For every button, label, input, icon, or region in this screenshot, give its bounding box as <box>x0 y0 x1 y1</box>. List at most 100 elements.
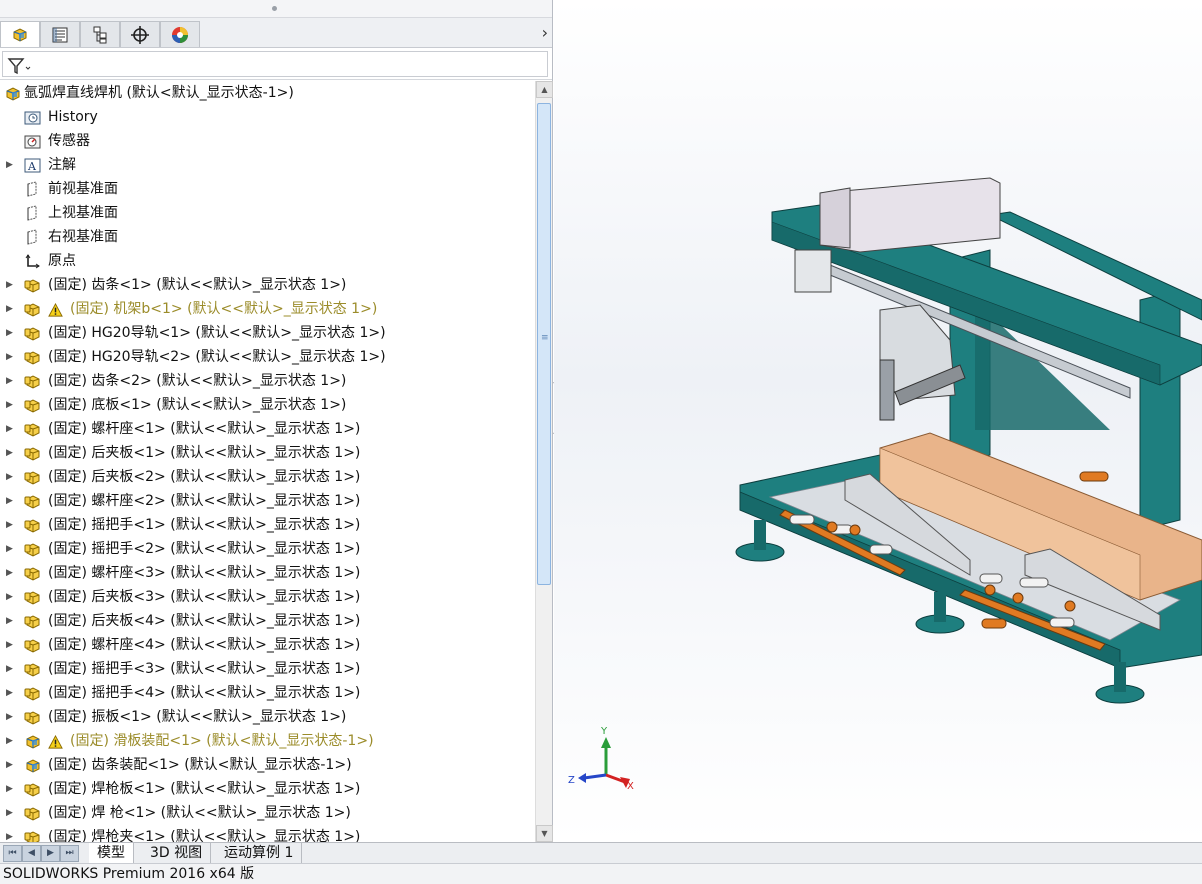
axis-triad: Y X Z <box>568 726 634 792</box>
part-icon <box>24 829 41 842</box>
scroll-up-icon[interactable]: ▲ <box>536 81 553 98</box>
tree-item-label: 上视基准面 <box>48 205 118 221</box>
dimxpert-icon <box>131 25 149 44</box>
tree-scrollbar[interactable]: ▲ ≡ ▼ <box>535 81 553 842</box>
tab-motion-study[interactable]: 运动算例 1 <box>216 843 303 864</box>
expand-arrow-icon[interactable]: ▶ <box>6 681 13 705</box>
part-icon <box>24 301 41 318</box>
expand-arrow-icon[interactable]: ▶ <box>6 369 13 393</box>
tree-item-label: History <box>48 109 98 125</box>
tree-item[interactable]: ▶ (固定) 后夹板<4> (默认<<默认>_显示状态 1>) <box>0 609 535 633</box>
expand-arrow-icon[interactable]: ▶ <box>6 801 13 825</box>
tree-item[interactable]: ▶ (固定) 后夹板<1> (默认<<默认>_显示状态 1>) <box>0 441 535 465</box>
tree-item[interactable]: ▶ (固定) 振板<1> (默认<<默认>_显示状态 1>) <box>0 705 535 729</box>
tree-item[interactable]: ▶ (固定) 摇把手<4> (默认<<默认>_显示状态 1>) <box>0 681 535 705</box>
expand-arrow-icon[interactable]: ▶ <box>6 465 13 489</box>
tree-item[interactable]: ▶ (固定) 齿条<2> (默认<<默认>_显示状态 1>) <box>0 369 535 393</box>
expand-arrow-icon[interactable]: ▶ <box>6 537 13 561</box>
tree-item[interactable]: ▶ (固定) 摇把手<1> (默认<<默认>_显示状态 1>) <box>0 513 535 537</box>
feature-manager-tab[interactable] <box>0 21 40 47</box>
expand-arrow-icon[interactable]: ▶ <box>6 345 13 369</box>
tree-item-label: (固定) 焊枪板<1> (默认<<默认>_显示状态 1>) <box>48 781 361 797</box>
panel-splitter[interactable] <box>0 0 552 18</box>
tree-item[interactable]: 右视基准面 <box>0 225 535 249</box>
expand-arrow-icon[interactable]: ▶ <box>6 561 13 585</box>
expand-arrow-icon[interactable]: ▶ <box>6 825 13 842</box>
tree-item-label: (固定) 摇把手<4> (默认<<默认>_显示状态 1>) <box>48 685 361 701</box>
tree-item[interactable]: ▶ (固定) 焊枪板<1> (默认<<默认>_显示状态 1>) <box>0 777 535 801</box>
expand-arrow-icon[interactable]: ▶ <box>6 297 13 321</box>
expand-arrow-icon[interactable]: ▶ <box>6 753 13 777</box>
last-tab-icon[interactable]: ⏭ <box>60 845 79 862</box>
tree-item[interactable]: ▶ (固定) 螺杆座<1> (默认<<默认>_显示状态 1>) <box>0 417 535 441</box>
graphics-area[interactable]: Y X Z <box>554 0 1202 842</box>
part-icon <box>24 517 41 534</box>
machine-3d-model[interactable]: Y X Z <box>554 0 1202 842</box>
expand-arrow-icon[interactable]: ▶ <box>6 777 13 801</box>
tree-item[interactable]: History <box>0 105 535 129</box>
expand-arrow-icon[interactable]: ▶ <box>6 513 13 537</box>
tree-item[interactable]: ▶ (固定) 摇把手<2> (默认<<默认>_显示状态 1>) <box>0 537 535 561</box>
tree-item[interactable]: ▶ (固定) 齿条装配<1> (默认<默认_显示状态-1>) <box>0 753 535 777</box>
next-tab-icon[interactable]: ▶ <box>41 845 60 862</box>
expand-arrow-icon[interactable]: ▶ <box>6 633 13 657</box>
tree-item[interactable]: 原点 <box>0 249 535 273</box>
tree-item[interactable]: ▶ (固定) 后夹板<3> (默认<<默认>_显示状态 1>) <box>0 585 535 609</box>
tree-root[interactable]: 氩弧焊直线焊机 (默认<默认_显示状态-1>) <box>0 81 535 105</box>
expand-arrow-icon[interactable]: ▶ <box>6 705 13 729</box>
expand-arrow-icon[interactable]: ▶ <box>6 153 13 177</box>
expand-arrow-icon[interactable]: ▶ <box>6 657 13 681</box>
tree-item[interactable]: ▶ (固定) 摇把手<3> (默认<<默认>_显示状态 1>) <box>0 657 535 681</box>
tree-item-label: (固定) 后夹板<4> (默认<<默认>_显示状态 1>) <box>48 613 361 629</box>
tab-model[interactable]: 模型 <box>89 843 134 864</box>
expand-arrow-icon[interactable]: ▶ <box>6 609 13 633</box>
tree-item[interactable]: ▶ (固定) 滑板装配<1> (默认<默认_显示状态-1>) <box>0 729 535 753</box>
expand-arrow-icon[interactable]: ▶ <box>6 489 13 513</box>
tree-item[interactable]: ▶ (固定) 螺杆座<3> (默认<<默认>_显示状态 1>) <box>0 561 535 585</box>
expand-arrow-icon[interactable]: ▶ <box>6 393 13 417</box>
configuration-manager-tab[interactable] <box>80 21 120 47</box>
scrollbar-thumb[interactable]: ≡ <box>537 103 551 585</box>
expand-arrow-icon[interactable]: ▶ <box>6 729 13 753</box>
prev-tab-icon[interactable]: ◀ <box>22 845 41 862</box>
part-icon <box>24 661 41 678</box>
splitter-grip-icon[interactable] <box>272 6 277 11</box>
tree-item[interactable]: ▶ (固定) 螺杆座<2> (默认<<默认>_显示状态 1>) <box>0 489 535 513</box>
display-manager-tab[interactable] <box>160 21 200 47</box>
tree-item[interactable]: ▶ (固定) 焊枪夹<1> (默认<<默认>_显示状态 1>) <box>0 825 535 842</box>
tree-item-label: (固定) 后夹板<1> (默认<<默认>_显示状态 1>) <box>48 445 361 461</box>
tree-item[interactable]: ▶ (固定) HG20导轨<2> (默认<<默认>_显示状态 1>) <box>0 345 535 369</box>
tree-item[interactable]: 前视基准面 <box>0 177 535 201</box>
tab-3d-view[interactable]: 3D 视图 <box>142 843 212 864</box>
tree-item[interactable]: ▶ (固定) 螺杆座<4> (默认<<默认>_显示状态 1>) <box>0 633 535 657</box>
tree-item[interactable]: ▶ (固定) 后夹板<2> (默认<<默认>_显示状态 1>) <box>0 465 535 489</box>
tree-item[interactable]: ▶ (固定) 底板<1> (默认<<默认>_显示状态 1>) <box>0 393 535 417</box>
tree-item[interactable]: ▶ (固定) 焊 枪<1> (默认<<默认>_显示状态 1>) <box>0 801 535 825</box>
dimxpert-tab[interactable] <box>120 21 160 47</box>
first-tab-icon[interactable]: ⏮ <box>3 845 22 862</box>
tree-item[interactable]: ▶ (固定) 机架b<1> (默认<<默认>_显示状态 1>) <box>0 297 535 321</box>
assembly-icon <box>24 733 41 750</box>
expand-arrow-icon[interactable]: ▶ <box>6 417 13 441</box>
origin-icon <box>24 253 41 270</box>
part-icon <box>24 565 41 582</box>
warning-icon <box>48 734 65 751</box>
tree-item[interactable]: 上视基准面 <box>0 201 535 225</box>
expand-arrow-icon[interactable]: ▶ <box>6 441 13 465</box>
tree-item[interactable]: 传感器 <box>0 129 535 153</box>
chevron-right-icon[interactable]: › <box>542 23 548 42</box>
property-manager-icon <box>52 27 68 42</box>
part-icon <box>24 805 41 822</box>
property-manager-tab[interactable] <box>40 21 80 47</box>
tree-item[interactable]: ▶ (固定) HG20导轨<1> (默认<<默认>_显示状态 1>) <box>0 321 535 345</box>
tree-filter-input[interactable] <box>2 51 548 77</box>
part-icon <box>24 685 41 702</box>
part-icon <box>24 421 41 438</box>
tree-item[interactable]: ▶ A 注解 <box>0 153 535 177</box>
scroll-down-icon[interactable]: ▼ <box>536 825 553 842</box>
expand-arrow-icon[interactable]: ▶ <box>6 273 13 297</box>
tree-item[interactable]: ▶ (固定) 齿条<1> (默认<<默认>_显示状态 1>) <box>0 273 535 297</box>
filter-icon[interactable] <box>7 57 33 75</box>
expand-arrow-icon[interactable]: ▶ <box>6 321 13 345</box>
expand-arrow-icon[interactable]: ▶ <box>6 585 13 609</box>
